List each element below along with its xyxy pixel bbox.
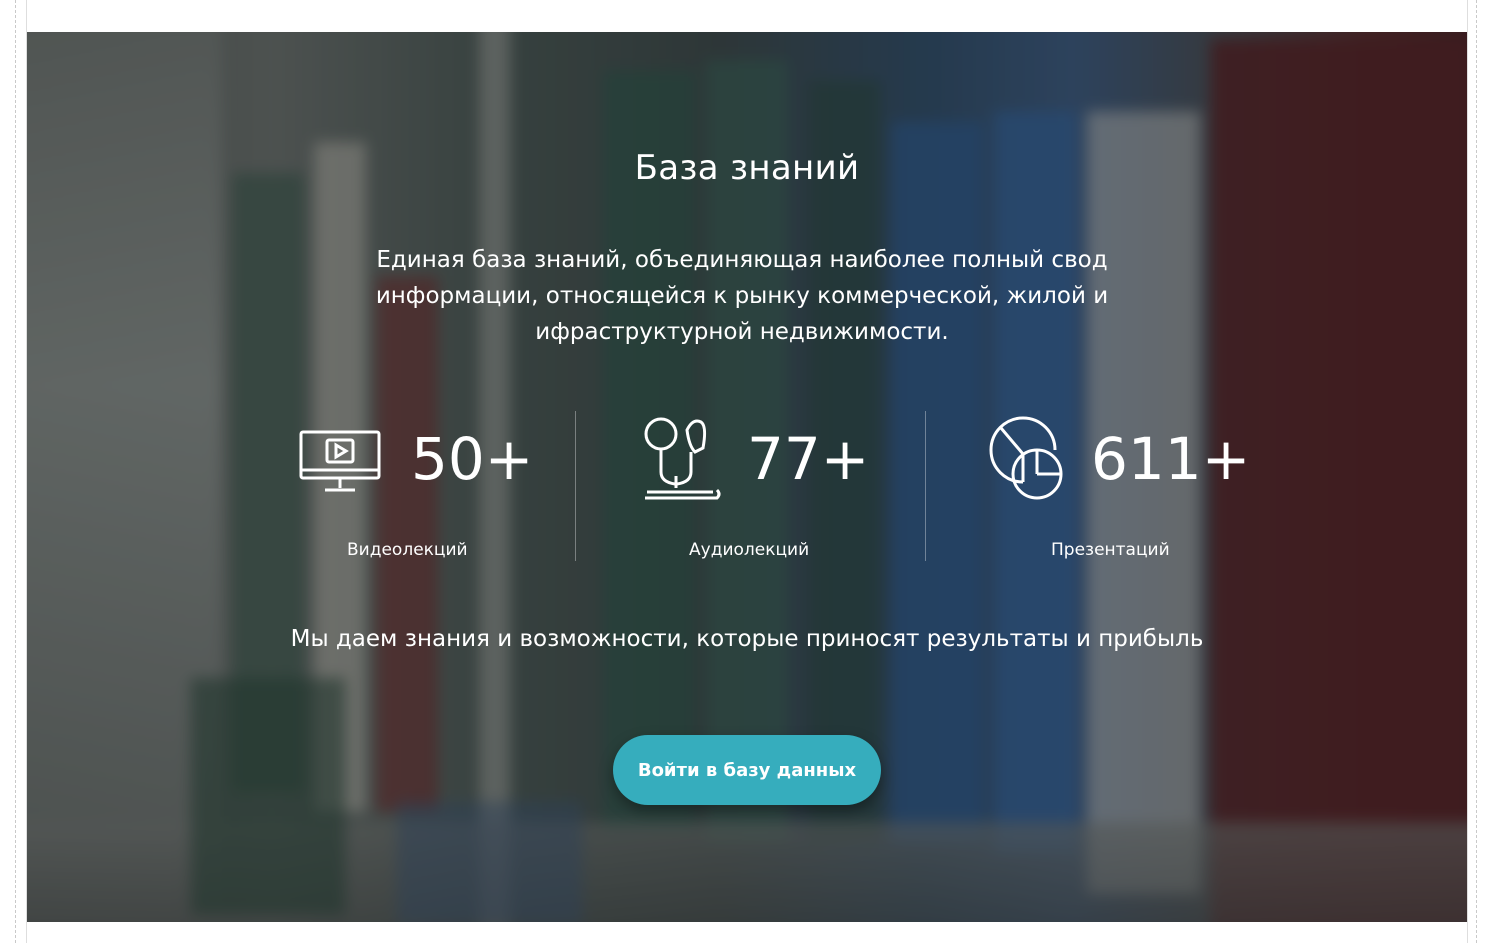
page-title: База знаний [634, 147, 860, 188]
pie-chart-icon [989, 416, 1069, 506]
slogan-text: Мы даем знания и возможности, которые пр… [290, 626, 1204, 652]
stat-presentations-value: 611+ [1091, 425, 1251, 493]
stat-video-value: 50+ [411, 425, 534, 493]
stat-divider [925, 411, 926, 561]
left-guide-line [15, 0, 16, 943]
stat-divider [575, 411, 576, 561]
knowledge-base-hero: База знаний Единая база знаний, объединя… [27, 32, 1467, 922]
right-guide-line [1476, 0, 1477, 943]
right-frame-border [1467, 0, 1468, 943]
earphones-icon [641, 416, 721, 506]
stat-video-label: Видеолекций [347, 540, 468, 560]
stat-presentations: 611+ Презентаций [989, 412, 1279, 562]
stat-presentations-label: Презентаций [1051, 540, 1170, 560]
stat-audio-lectures: 77+ Аудиолекций [641, 412, 901, 562]
stat-video-lectures: 50+ Видеолекций [299, 412, 549, 562]
stat-audio-value: 77+ [747, 425, 870, 493]
stat-audio-label: Аудиолекций [689, 540, 810, 560]
monitor-play-icon [299, 430, 381, 498]
description-text: Единая база знаний, объединяющая наиболе… [375, 247, 1109, 345]
enter-database-button[interactable]: Войти в базу данных [613, 735, 881, 805]
